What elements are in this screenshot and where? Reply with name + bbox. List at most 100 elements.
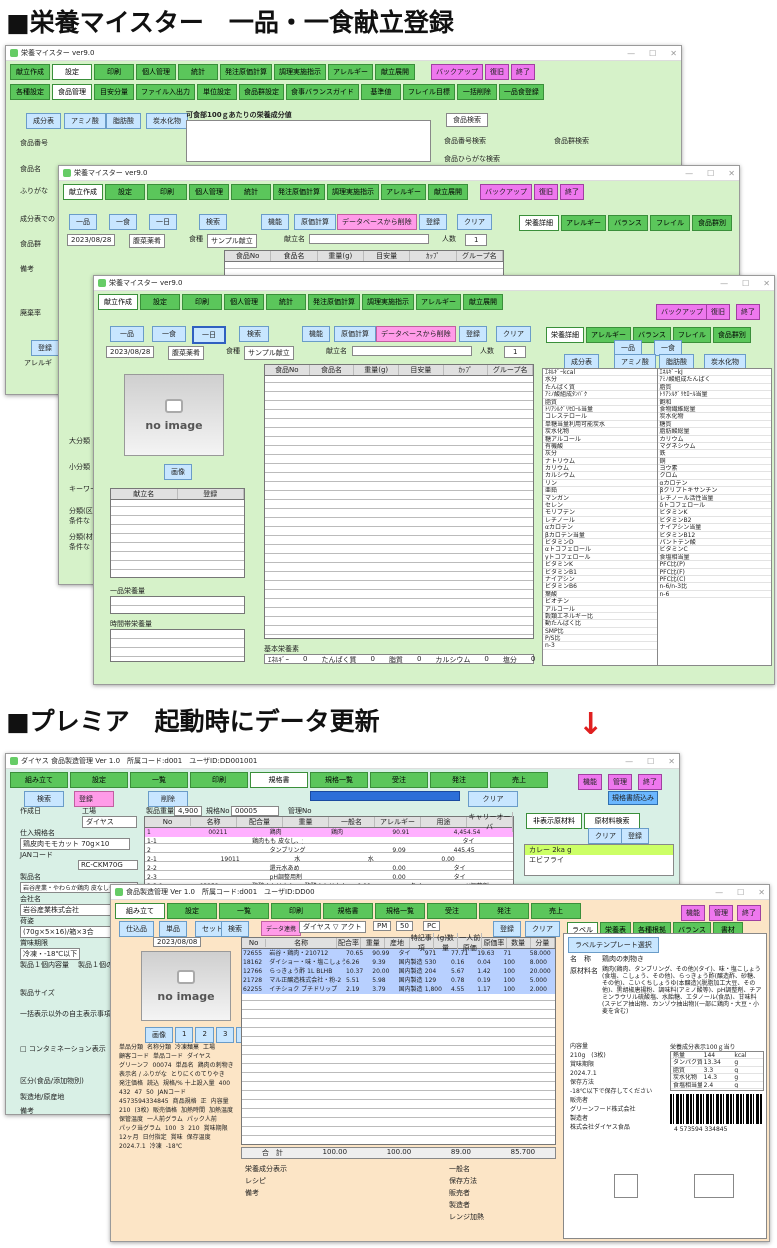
read-spec-button[interactable]: 規格書読込み <box>608 791 658 805</box>
tab-frail[interactable]: フレイル <box>650 215 690 231</box>
tab-stats[interactable]: 統計 <box>178 64 218 80</box>
single-dish-button[interactable]: 一品 <box>110 326 144 342</box>
subtab-portion[interactable]: 目安分量 <box>94 84 134 100</box>
function-button[interactable]: 機能 <box>578 774 602 790</box>
table-row[interactable]: 21728 マル正醸造株式会社・粉-2 5.51 5.98 国内製造 129 0.78 0.1… <box>242 976 555 985</box>
jan-code-value[interactable]: RC-CKM70G <box>78 860 138 870</box>
side-list-item-2[interactable]: エビフライ <box>525 855 673 865</box>
subtab-prep[interactable]: 仕込品 <box>119 921 154 937</box>
subtab-single[interactable]: 単品 <box>159 921 187 937</box>
amino-button[interactable]: アミノ酸 <box>64 113 106 129</box>
table-row[interactable]: 12766 らっきょう酢 1L BLHB 10.37 20.00 国内製造 204 5.67… <box>242 967 555 976</box>
tab-cooking[interactable]: 調理実施指示 <box>327 184 379 200</box>
date-field[interactable]: 2023/08/28 <box>106 346 155 358</box>
save-button[interactable]: 登録 <box>31 340 59 356</box>
tab-nutrition-detail[interactable]: 栄養詳細 <box>546 327 584 343</box>
people-select[interactable]: 1 <box>465 234 488 246</box>
food-type-select[interactable]: サンプル献立 <box>244 346 294 360</box>
subtab-file[interactable]: ファイル入出力 <box>136 84 195 100</box>
tab-orders[interactable]: 受注 <box>370 772 428 788</box>
tab-spec-list[interactable]: 規格一覧 <box>375 903 425 919</box>
tab-print[interactable]: 印刷 <box>182 294 222 310</box>
tab-list[interactable]: 一覧 <box>130 772 188 788</box>
tab-sales[interactable]: 売上 <box>490 772 548 788</box>
page-3-button[interactable]: 3 <box>215 1027 235 1043</box>
tab-assemble[interactable]: 組み立て <box>10 772 68 788</box>
tab-allergy[interactable]: アレルギー <box>381 184 426 200</box>
tab-stats[interactable]: 統計 <box>231 184 271 200</box>
meal-select[interactable]: 腹菜薬肴 <box>129 234 165 248</box>
clear-button[interactable]: クリア <box>468 791 518 807</box>
tab-assemble[interactable]: 組み立て <box>115 903 165 919</box>
filter-select[interactable]: ダイヤス ▽ アクト <box>299 921 366 933</box>
tab-menu-creation[interactable]: 献立作成 <box>63 184 103 200</box>
search-button[interactable]: 検索 <box>24 791 64 807</box>
subtab-group[interactable]: 食品群設定 <box>239 84 284 100</box>
single-meal-button[interactable]: 一食 <box>152 326 186 342</box>
template-select-button[interactable]: ラベルテンプレート選択 <box>568 937 659 953</box>
subtab-unit[interactable]: 単位設定 <box>197 84 237 100</box>
tab-allergy[interactable]: アレルギー <box>416 294 461 310</box>
tab-ingredient-search[interactable]: 原材料検索 <box>584 813 640 829</box>
table-row[interactable]: 2 タンブリング 9.09 445.45 <box>145 846 513 855</box>
filter2-select[interactable]: PM <box>373 921 392 931</box>
tab-cost[interactable]: 発注原価計算 <box>308 294 360 310</box>
backup-button[interactable]: バックアップ <box>480 184 532 200</box>
tab-menu-creation[interactable]: 献立作成 <box>98 294 138 310</box>
tab-cost[interactable]: 発注原価計算 <box>273 184 325 200</box>
exit-button[interactable]: 終了 <box>736 304 760 320</box>
tab-personal[interactable]: 個人管理 <box>189 184 229 200</box>
menu-name-input[interactable] <box>309 234 429 244</box>
tab-balance[interactable]: バランス <box>608 215 648 231</box>
maximize-icon[interactable]: ☐ <box>707 166 714 181</box>
image-button[interactable]: 画像 <box>164 464 192 480</box>
tab-cooking[interactable]: 調理実施指示 <box>362 294 414 310</box>
food-search-tab[interactable]: 食品検索 <box>446 113 488 127</box>
restore-button[interactable]: 復旧 <box>706 304 730 320</box>
side-register-button[interactable]: 登録 <box>621 828 649 844</box>
register-button[interactable]: 登録 <box>419 214 447 230</box>
tab-allergy[interactable]: アレルギー <box>328 64 373 80</box>
minimize-icon[interactable]: — <box>685 166 693 181</box>
image-button[interactable]: 画像 <box>145 1027 173 1043</box>
maximize-icon[interactable]: ☐ <box>737 885 744 900</box>
delete-db-button[interactable]: データベースから削除 <box>337 214 417 230</box>
close-icon[interactable]: ✕ <box>758 885 765 900</box>
tab-print[interactable]: 印刷 <box>271 903 321 919</box>
tab-hidden-ingredients[interactable]: 非表示原材料 <box>526 813 582 829</box>
tab-settings[interactable]: 設定 <box>167 903 217 919</box>
register-button[interactable]: 登録 <box>74 791 114 807</box>
maximize-icon[interactable]: ☐ <box>649 46 656 61</box>
backup-button[interactable]: バックアップ <box>656 304 708 320</box>
function-button[interactable]: 機能 <box>302 326 330 342</box>
subtab-standard[interactable]: 基準値 <box>360 84 401 100</box>
minimize-icon[interactable]: — <box>625 754 633 769</box>
one-day-button[interactable]: 一日 <box>192 326 226 344</box>
function-button[interactable]: 機能 <box>261 214 289 230</box>
subtab-general[interactable]: 各種設定 <box>10 84 50 100</box>
tab-food-group[interactable]: 食品群別 <box>692 215 732 231</box>
tab-expand[interactable]: 献立展開 <box>428 184 468 200</box>
tab-allergy[interactable]: アレルギー <box>561 215 606 231</box>
clear-button[interactable]: クリア <box>457 214 492 230</box>
tab-print[interactable]: 印刷 <box>147 184 187 200</box>
manage-button[interactable]: 管理 <box>608 774 632 790</box>
minimize-icon[interactable]: — <box>720 276 728 291</box>
tab-settings[interactable]: 設定 <box>52 64 92 80</box>
restore-button[interactable]: 復旧 <box>534 184 558 200</box>
tab-nutrition-detail[interactable]: 栄養詳細 <box>519 215 559 231</box>
exit-button[interactable]: 終了 <box>560 184 584 200</box>
subtab-guide[interactable]: 食事バランスガイド <box>286 84 359 100</box>
date-field[interactable]: 2023/08/28 <box>67 234 116 246</box>
tab-print[interactable]: 印刷 <box>94 64 134 80</box>
tab-expand[interactable]: 献立展開 <box>375 64 415 80</box>
restore-button[interactable]: 復旧 <box>485 64 509 80</box>
tab-orders[interactable]: 受注 <box>427 903 477 919</box>
close-icon[interactable]: ✕ <box>668 754 675 769</box>
tab-menu-creation[interactable]: 献立作成 <box>10 64 50 80</box>
single-dish-button[interactable]: 一品 <box>69 214 97 230</box>
tab-settings[interactable]: 設定 <box>140 294 180 310</box>
factory-value[interactable]: ダイヤス <box>82 816 137 828</box>
maximize-icon[interactable]: ☐ <box>647 754 654 769</box>
table-row[interactable]: 2-3 pH調整用剤 0.00 タイ <box>145 873 513 882</box>
